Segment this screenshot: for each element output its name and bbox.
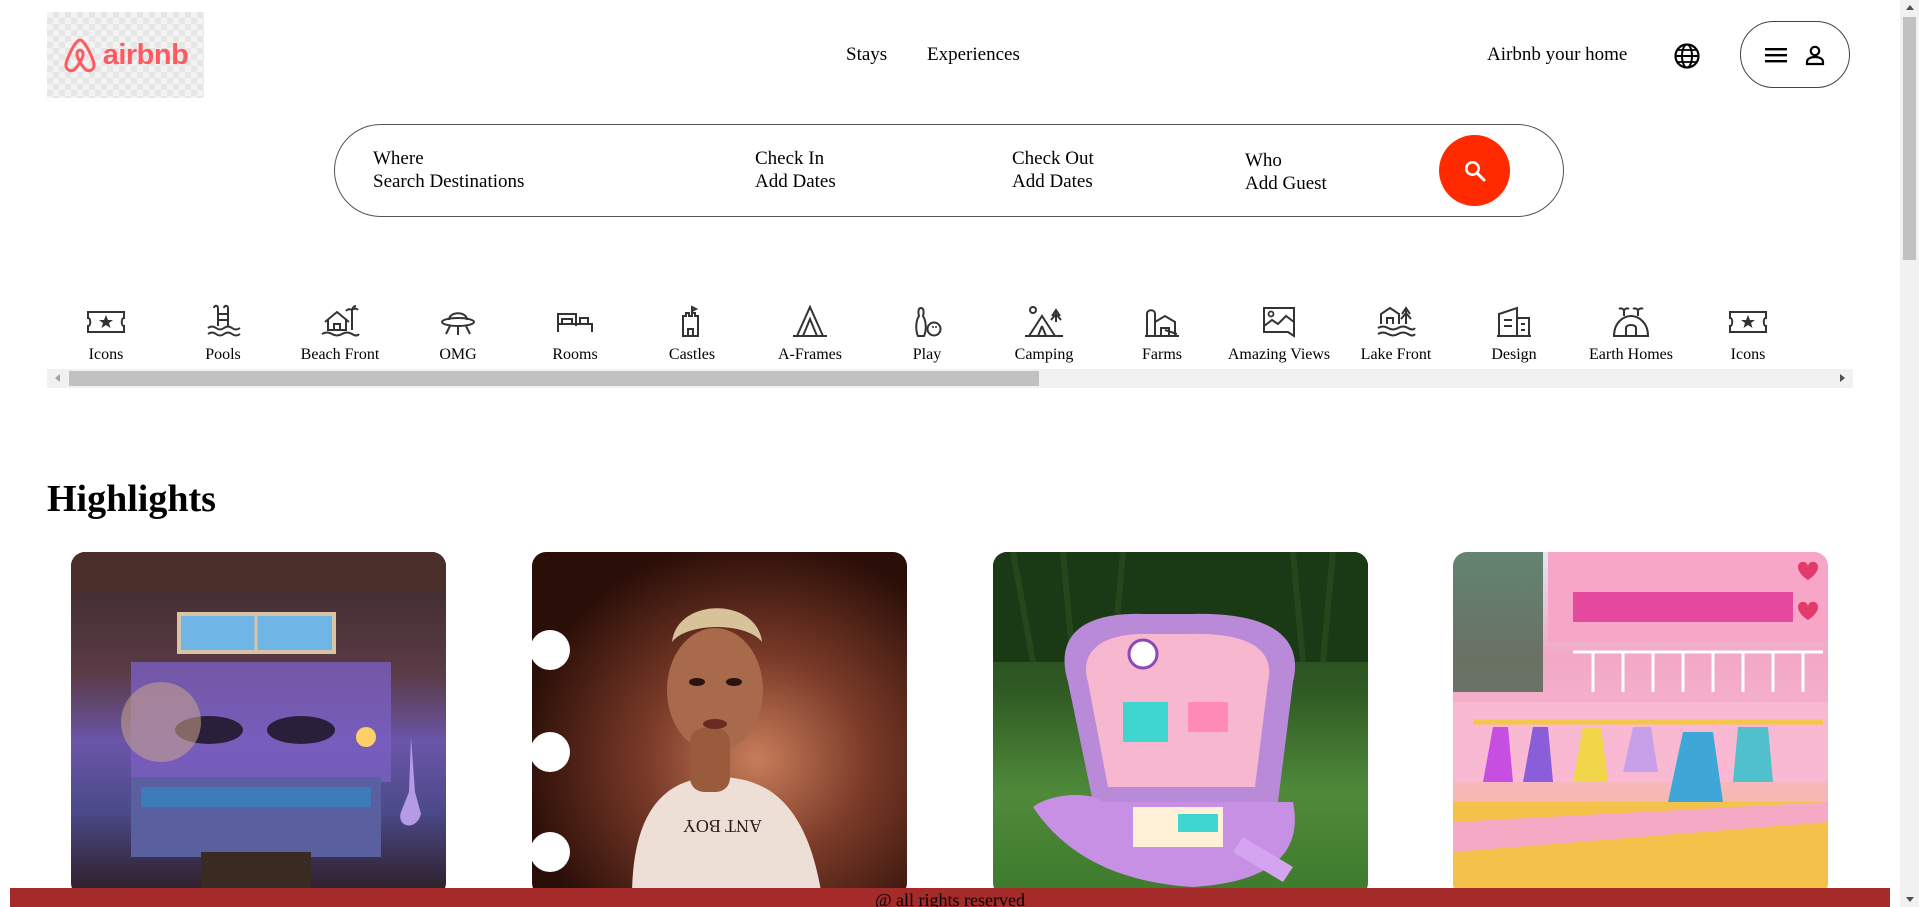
pool-ladder-icon [207,304,241,337]
category-label: Rooms [552,346,598,363]
tent-icon [1025,306,1063,337]
checkout-label: Check Out [1012,148,1094,169]
nav-experiences[interactable]: Experiences [927,44,1020,66]
partial-icon [1845,304,1853,340]
category-design[interactable]: Design [1455,300,1573,364]
category-camping[interactable]: Camping [985,300,1103,364]
category-label: P [1807,346,1853,364]
checkout-value: Add Dates [1012,171,1093,192]
category-earth-homes[interactable]: Earth Homes [1572,300,1690,364]
portrait-makeup-image: ANT BOY [532,608,822,897]
ticket-star-icon [1729,311,1767,333]
category-label: Earth Homes [1589,346,1673,363]
category-label: Amazing Views [1227,346,1331,363]
highlight-card-3[interactable] [993,552,1368,897]
category-beach-front[interactable]: Beach Front [281,300,399,364]
category-partial[interactable]: P [1807,300,1853,364]
earth-home-icon [1612,307,1650,337]
category-play[interactable]: Play [868,300,986,364]
category-castles[interactable]: Castles [633,300,751,364]
where-value: Search Destinations [373,171,525,192]
category-label: Camping [1014,346,1074,363]
category-a-frames[interactable]: A-Frames [751,300,869,364]
category-label: OMG [439,346,477,363]
category-scrollbar[interactable] [47,369,1853,388]
search-icon [1464,160,1485,181]
category-farms[interactable]: Farms [1103,300,1221,364]
purple-bedroom-image [71,552,446,897]
who-value: Add Guest [1245,173,1327,194]
page-scrollbar[interactable] [1900,0,1919,907]
castle-icon [682,305,699,337]
airbnb-logo[interactable]: airbnb [47,12,204,98]
scroll-left-arrow-icon[interactable] [55,374,60,382]
search-bar: Where Search Destinations Check In Add D… [334,124,1564,217]
hamburger-menu-icon [1765,47,1787,62]
scroll-down-arrow-icon[interactable] [1906,897,1914,902]
user-icon [1805,45,1825,65]
airbnb-belo-icon [64,38,96,73]
a-frame-icon [793,304,827,337]
where-label: Where [373,148,424,169]
farm-icon [1145,309,1179,337]
category-icons[interactable]: Icons [47,300,165,364]
highlights-title: Highlights [47,478,216,520]
category-pools[interactable]: Pools [164,300,282,364]
category-label: Pools [205,346,241,363]
page-scrollbar-thumb[interactable] [1903,17,1916,260]
highlight-card-4[interactable] [1453,552,1828,897]
category-icons-2[interactable]: Icons [1689,300,1807,364]
checkout-field[interactable]: Check Out Add Dates [1012,147,1094,193]
category-label: Beach Front [300,346,380,363]
category-label: Farms [1142,346,1182,363]
checkin-field[interactable]: Check In Add Dates [755,147,836,193]
scroll-right-arrow-icon[interactable] [1840,374,1845,382]
highlight-card-2[interactable]: ANT BOY [532,552,907,897]
category-lake-front[interactable]: Lake Front [1337,300,1455,364]
svg-text:ANT BOY: ANT BOY [683,816,762,836]
page: airbnb Stays Experiences Airbnb your hom… [0,0,1900,907]
host-link[interactable]: Airbnb your home [1487,44,1627,66]
category-amazing-views[interactable]: Amazing Views [1220,300,1338,364]
profile-menu-button[interactable] [1740,21,1850,88]
category-rooms[interactable]: Rooms [516,300,634,364]
category-label: Design [1491,346,1537,363]
nav-stays[interactable]: Stays [846,44,887,66]
polly-pocket-house-image [993,552,1368,887]
search-button[interactable] [1439,135,1510,206]
bowling-icon [915,306,942,337]
pink-dreamhouse-image [1453,552,1828,897]
category-label: Lake Front [1360,346,1432,363]
ticket-star-icon [87,311,125,333]
checkin-label: Check In [755,148,825,169]
where-field[interactable]: Where Search Destinations [373,147,524,193]
category-label: Play [912,346,942,363]
category-omg[interactable]: OMG [399,300,517,364]
bed-icon [557,313,593,332]
category-label: Icons [88,346,124,363]
landscape-frame-icon [1263,307,1295,338]
footer-bar: @ all rights reserved [10,888,1890,907]
lake-house-icon [1377,306,1416,337]
globe-icon[interactable] [1673,42,1701,70]
beach-house-icon [321,305,360,337]
who-field[interactable]: Who Add Guest [1245,149,1327,195]
logo-text: airbnb [102,38,189,71]
footer-text: @ all rights reserved [874,890,1026,907]
design-building-icon [1497,306,1531,337]
scroll-up-arrow-icon[interactable] [1906,5,1914,10]
category-label: Castles [668,346,716,363]
scrollbar-thumb[interactable] [69,371,1039,386]
highlight-card-1[interactable] [71,552,446,897]
who-label: Who [1245,150,1282,171]
category-label: A-Frames [778,346,842,363]
category-label: Icons [1730,346,1766,363]
ufo-icon [441,312,475,335]
checkin-value: Add Dates [755,171,836,192]
